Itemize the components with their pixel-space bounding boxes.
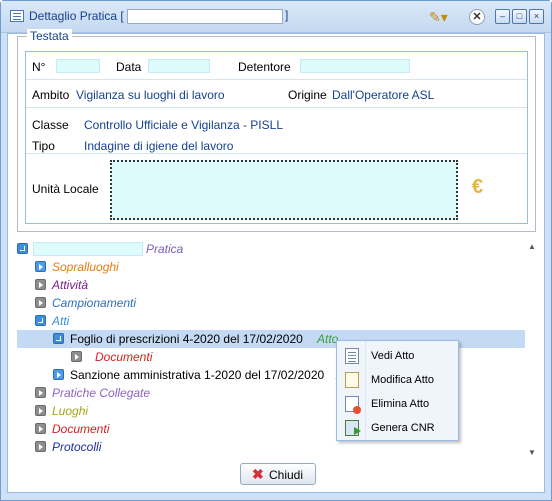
window-title-bracket: ] xyxy=(285,8,289,22)
row-ambito-origine: Ambito Vigilanza su luoghi di lavoro Ori… xyxy=(26,80,527,108)
tipo-label: Tipo xyxy=(32,139,55,153)
menu-item-elimina-atto[interactable]: Elimina Atto xyxy=(337,392,458,416)
tree-item-label: Sopralluoghi xyxy=(52,260,119,274)
tree-root[interactable]: Pratica xyxy=(17,240,497,258)
menu-item-modifica-atto[interactable]: Modifica Atto xyxy=(337,368,458,392)
tree-item-label: Documenti xyxy=(95,350,153,364)
expand-root-icon[interactable] xyxy=(17,243,28,254)
origine-value: Dall'Operatore ASL xyxy=(332,88,435,102)
title-redacted-field xyxy=(127,9,283,24)
window-title: Dettaglio Pratica [ xyxy=(29,9,124,23)
maximize-button[interactable]: □ xyxy=(512,9,527,24)
close-x-icon: ✖ xyxy=(252,466,264,482)
testata-inner: N° Data Detentore Ambito Vigilanza su lu… xyxy=(25,51,528,224)
expand-icon[interactable] xyxy=(35,405,46,416)
menu-item-vedi-atto[interactable]: Vedi Atto xyxy=(337,344,458,368)
classe-value: Controllo Ufficiale e Vigilanza - PISLL xyxy=(84,118,283,132)
main-panel: Testata N° Data Detentore Ambito Vigilan… xyxy=(7,29,545,493)
collapse-icon[interactable] xyxy=(35,315,46,326)
delete-document-icon xyxy=(345,396,361,414)
data-label: Data xyxy=(116,60,142,74)
edit-document-icon xyxy=(345,372,359,388)
tree-item-label: Pratiche Collegate xyxy=(52,386,151,400)
scroll-up-arrow-icon[interactable]: ▲ xyxy=(528,242,536,251)
expand-icon[interactable] xyxy=(35,423,46,434)
row-unita-locale: Unità Locale € xyxy=(26,154,527,225)
row-numero-data-detentore: N° Data Detentore xyxy=(26,52,527,80)
numero-value xyxy=(56,59,100,73)
tree-root-label: Pratica xyxy=(146,242,184,256)
origine-label: Origine xyxy=(288,88,327,102)
chiudi-label: Chiudi xyxy=(269,468,304,482)
tree-item-label: Campionamenti xyxy=(52,296,137,310)
detentore-label: Detentore xyxy=(238,60,291,74)
title-bar[interactable]: Dettaglio Pratica [ ] ✎▾ ✕ – □ × xyxy=(1,1,551,33)
numero-label: N° xyxy=(32,60,46,74)
tree-item-label: Attività xyxy=(52,278,89,292)
tree-item-label: Protocolli xyxy=(52,440,102,454)
expand-icon[interactable] xyxy=(53,369,64,380)
close-window-button[interactable]: × xyxy=(529,9,544,24)
ambito-label: Ambito xyxy=(32,88,70,102)
tree-item-label: Sanzione amministrativa 1-2020 del 17/02… xyxy=(70,368,325,382)
ambito-value: Vigilanza su luoghi di lavoro xyxy=(76,88,225,102)
window-app-icon xyxy=(10,10,24,22)
tool-close-icon[interactable]: ✕ xyxy=(469,9,485,25)
menu-item-label: Modifica Atto xyxy=(371,374,434,386)
menu-item-label: Elimina Atto xyxy=(371,398,430,410)
dettaglio-pratica-window: Dettaglio Pratica [ ] ✎▾ ✕ – □ × Testata… xyxy=(0,0,552,501)
brush-tool-icon[interactable]: ✎▾ xyxy=(429,9,455,25)
generate-document-icon xyxy=(345,420,361,436)
testata-legend: Testata xyxy=(27,29,72,43)
unita-locale-field[interactable] xyxy=(110,160,458,220)
expand-icon[interactable] xyxy=(35,387,46,398)
testata-fieldset: Testata N° Data Detentore Ambito Vigilan… xyxy=(17,29,536,232)
expand-icon[interactable] xyxy=(71,351,82,362)
root-redacted xyxy=(33,242,143,256)
context-menu: Vedi Atto Modifica Atto Elimina Atto Gen… xyxy=(336,340,459,441)
view-document-icon xyxy=(345,348,359,364)
expand-icon[interactable] xyxy=(35,441,46,452)
classe-label: Classe xyxy=(32,118,69,132)
expand-icon[interactable] xyxy=(35,297,46,308)
collapse-icon[interactable] xyxy=(53,333,64,344)
unita-locale-label: Unità Locale xyxy=(32,182,99,196)
tree-scrollbar[interactable]: ▲ ▼ xyxy=(526,240,538,460)
euro-icon[interactable]: € xyxy=(472,176,483,199)
tree-item-label: Atti xyxy=(52,314,70,328)
menu-item-genera-cnr[interactable]: Genera CNR xyxy=(337,416,458,440)
chiudi-button[interactable]: ✖ Chiudi xyxy=(240,463,316,485)
menu-item-label: Genera CNR xyxy=(371,422,435,434)
detentore-value xyxy=(300,59,410,73)
scroll-down-arrow-icon[interactable]: ▼ xyxy=(528,448,536,457)
tree-item-label: Documenti xyxy=(52,422,110,436)
tipo-value: Indagine di igiene del lavoro xyxy=(84,139,234,153)
data-value xyxy=(148,59,210,73)
minimize-button[interactable]: – xyxy=(495,9,510,24)
row-classe-tipo: Classe Controllo Ufficiale e Vigilanza -… xyxy=(26,108,527,154)
expand-icon[interactable] xyxy=(35,279,46,290)
tree-item-label: Foglio di prescrizioni 4-2020 del 17/02/… xyxy=(70,332,303,346)
expand-icon[interactable] xyxy=(35,261,46,272)
menu-item-label: Vedi Atto xyxy=(371,350,415,362)
tree-item-label: Luoghi xyxy=(52,404,89,418)
